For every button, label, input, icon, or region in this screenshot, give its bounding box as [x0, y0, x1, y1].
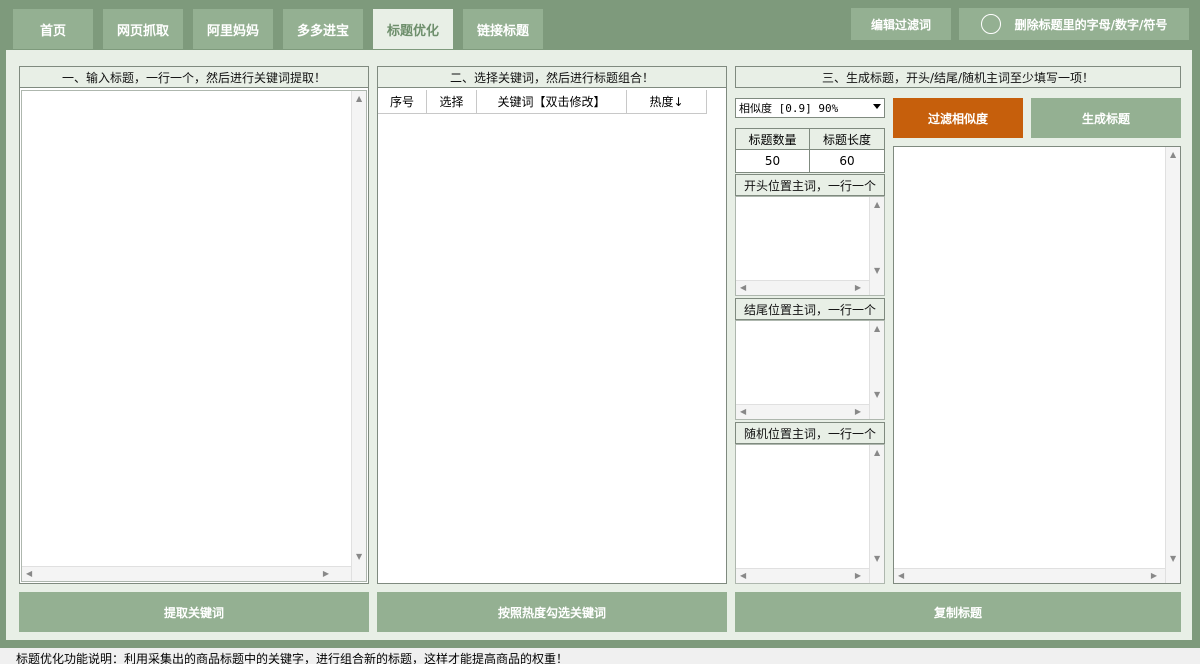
tab-label: 首页: [39, 23, 66, 39]
edit-filter-words-button[interactable]: 编辑过滤词: [851, 8, 951, 40]
scroll-left-icon[interactable]: ◀: [740, 408, 746, 416]
scroll-right-icon[interactable]: ▶: [855, 572, 861, 580]
scroll-right-icon[interactable]: ▶: [855, 284, 861, 292]
extract-keywords-button[interactable]: 提取关键词: [19, 592, 369, 632]
horizontal-scrollbar[interactable]: ◀ ▶: [894, 568, 1165, 583]
panel3-header: 三、生成标题，开头/结尾/随机主词至少填写一项！: [735, 66, 1181, 88]
tab-label: 阿里妈妈: [206, 23, 259, 39]
horizontal-scrollbar[interactable]: ◀ ▶: [736, 404, 869, 419]
scroll-up-icon[interactable]: ▲: [874, 325, 880, 333]
check-by-heat-button[interactable]: 按照热度勾选关键词: [377, 592, 727, 632]
tab-alimama[interactable]: 阿里妈妈: [193, 9, 273, 49]
scroll-up-icon[interactable]: ▲: [356, 95, 362, 103]
scroll-left-icon[interactable]: ◀: [26, 570, 32, 578]
cell-text: 标题数量: [748, 132, 797, 147]
select-value: 相似度 [0.9] 90%: [739, 102, 839, 115]
keyword-grid-header: 序号 选择 关键词【双击修改】 热度↓: [378, 90, 708, 114]
button-label: 过滤相似度: [927, 111, 988, 126]
header-text: 开头位置主词，一行一个: [743, 178, 876, 193]
horizontal-scrollbar[interactable]: ◀ ▶: [736, 280, 869, 295]
column-header-keyword[interactable]: 关键词【双击修改】: [477, 90, 627, 114]
cell-text: 60: [839, 154, 855, 168]
scroll-right-icon[interactable]: ▶: [323, 570, 329, 578]
random-words-header: 随机位置主词，一行一个: [735, 422, 885, 444]
vertical-scrollbar[interactable]: ▲ ▼: [1165, 147, 1180, 583]
scroll-right-icon[interactable]: ▶: [855, 408, 861, 416]
panel2-header: 二、选择关键词，然后进行标题组合！: [377, 66, 727, 88]
panel2-header-text: 二、选择关键词，然后进行标题组合！: [449, 70, 654, 85]
scroll-left-icon[interactable]: ◀: [898, 572, 904, 580]
footer-text: 标题优化功能说明：利用采集出的商品标题中的关键字，进行组合新的标题，这样才能提高…: [16, 652, 569, 664]
tab-label: 网页抓取: [116, 23, 169, 39]
horizontal-scrollbar[interactable]: ◀ ▶: [22, 566, 351, 581]
vertical-scrollbar[interactable]: ▲ ▼: [869, 445, 884, 583]
tab-label: 多多进宝: [296, 23, 349, 39]
scroll-left-icon[interactable]: ◀: [740, 284, 746, 292]
button-label: 按照热度勾选关键词: [497, 605, 606, 620]
tab-home[interactable]: 首页: [13, 9, 93, 49]
title-length-input[interactable]: 60: [809, 149, 885, 173]
title-count-label: 标题数量: [735, 128, 810, 150]
scroll-up-icon[interactable]: ▲: [874, 201, 880, 209]
scroll-down-icon[interactable]: ▼: [874, 267, 880, 275]
similarity-select[interactable]: 相似度 [0.9] 90%: [735, 98, 885, 118]
start-words-header: 开头位置主词，一行一个: [735, 174, 885, 196]
panel3-header-text: 三、生成标题，开头/结尾/随机主词至少填写一项！: [821, 70, 1095, 85]
column-label: 选择: [439, 95, 464, 109]
title-length-label: 标题长度: [809, 128, 885, 150]
header-text: 结尾位置主词，一行一个: [743, 302, 876, 317]
column-label: 关键词【双击修改】: [497, 95, 606, 109]
cell-text: 50: [764, 154, 781, 168]
header-text: 随机位置主词，一行一个: [743, 426, 876, 441]
title-count-input[interactable]: 50: [735, 149, 810, 173]
panel-select-keywords: [377, 66, 727, 584]
cell-text: 标题长度: [822, 132, 871, 147]
scroll-down-icon[interactable]: ▼: [1170, 555, 1176, 563]
tab-link-title[interactable]: 链接标题: [463, 9, 543, 49]
scroll-down-icon[interactable]: ▼: [874, 391, 880, 399]
end-words-header: 结尾位置主词，一行一个: [735, 298, 885, 320]
tab-web-scrape[interactable]: 网页抓取: [103, 9, 183, 49]
generated-titles-textarea[interactable]: ▲ ▼ ◀ ▶: [893, 146, 1181, 584]
button-label: 提取关键词: [163, 605, 224, 620]
radio-icon[interactable]: [980, 14, 1001, 34]
vertical-scrollbar[interactable]: ▲ ▼: [351, 91, 366, 581]
button-label: 编辑过滤词: [870, 17, 931, 32]
remove-chars-toggle[interactable]: 删除标题里的字母/数字/符号: [959, 8, 1189, 40]
vertical-scrollbar[interactable]: ▲ ▼: [869, 197, 884, 295]
main-content: 一、输入标题，一行一个，然后进行关键词提取！ ▲ ▼ ◀ ▶ 提取关键词 二、选…: [6, 50, 1192, 640]
scroll-up-icon[interactable]: ▲: [1170, 151, 1176, 159]
tab-title-optimize[interactable]: 标题优化: [373, 9, 453, 49]
titles-input-textarea[interactable]: ▲ ▼ ◀ ▶: [21, 90, 367, 582]
scroll-down-icon[interactable]: ▼: [356, 553, 362, 561]
filter-similarity-button[interactable]: 过滤相似度: [893, 98, 1023, 138]
toggle-label: 删除标题里的字母/数字/符号: [1014, 17, 1168, 32]
scroll-up-icon[interactable]: ▲: [874, 449, 880, 457]
tab-label: 标题优化: [386, 23, 439, 39]
generate-titles-button[interactable]: 生成标题: [1031, 98, 1181, 138]
horizontal-scrollbar[interactable]: ◀ ▶: [736, 568, 869, 583]
vertical-scrollbar[interactable]: ▲ ▼: [869, 321, 884, 419]
top-tab-bar: 首页 网页抓取 阿里妈妈 多多进宝 标题优化 链接标题 编辑过滤词 删除标题里的…: [0, 0, 1200, 50]
footer-description: 标题优化功能说明：利用采集出的商品标题中的关键字，进行组合新的标题，这样才能提高…: [0, 648, 1200, 664]
scroll-right-icon[interactable]: ▶: [1151, 572, 1157, 580]
tab-label: 链接标题: [476, 23, 529, 39]
panel1-header: 一、输入标题，一行一个，然后进行关键词提取！: [19, 66, 369, 88]
button-label: 复制标题: [933, 605, 982, 620]
copy-titles-button[interactable]: 复制标题: [735, 592, 1181, 632]
tab-duoduojinbao[interactable]: 多多进宝: [283, 9, 363, 49]
scroll-down-icon[interactable]: ▼: [874, 555, 880, 563]
end-words-textarea[interactable]: ▲ ▼ ◀ ▶: [735, 320, 885, 420]
column-header-index[interactable]: 序号: [378, 90, 427, 114]
chevron-down-icon: [873, 104, 881, 109]
button-label: 生成标题: [1081, 111, 1130, 126]
scroll-left-icon[interactable]: ◀: [740, 572, 746, 580]
column-label: 序号: [389, 95, 414, 109]
column-label: 热度↓: [649, 95, 684, 109]
column-header-heat[interactable]: 热度↓: [627, 90, 707, 114]
column-header-select[interactable]: 选择: [427, 90, 477, 114]
start-words-textarea[interactable]: ▲ ▼ ◀ ▶: [735, 196, 885, 296]
panel1-header-text: 一、输入标题，一行一个，然后进行关键词提取！: [61, 70, 326, 85]
random-words-textarea[interactable]: ▲ ▼ ◀ ▶: [735, 444, 885, 584]
